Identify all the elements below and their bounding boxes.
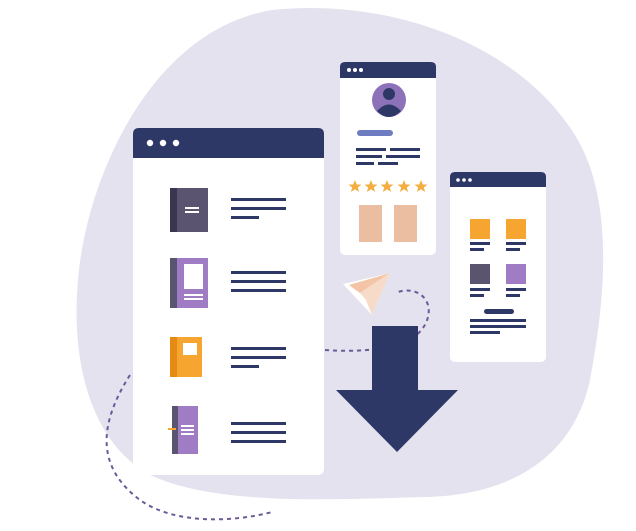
window-dot — [172, 139, 180, 147]
tile-line — [470, 242, 490, 245]
window-dot — [359, 68, 363, 72]
tile-orange — [506, 219, 526, 239]
tile-purple — [506, 264, 526, 284]
grid-button — [484, 309, 514, 314]
illustration-svg — [76, 7, 604, 521]
tile-line — [506, 294, 520, 297]
main-window — [133, 128, 324, 475]
orange-notebook-icon — [170, 337, 202, 377]
grid-window — [450, 172, 546, 362]
window-dot — [347, 68, 351, 72]
window-dot — [159, 139, 167, 147]
purple-book-icon — [170, 258, 208, 308]
peach-card — [359, 205, 382, 242]
tile-line — [470, 294, 484, 297]
purple-notebook-icon — [168, 406, 198, 454]
user-avatar-icon — [372, 83, 406, 117]
tile-line — [506, 288, 526, 291]
window-dot — [468, 178, 472, 182]
tile-line — [470, 288, 490, 291]
window-dot — [456, 178, 460, 182]
tile-orange — [470, 219, 490, 239]
peach-card — [394, 205, 417, 242]
name-bar — [357, 130, 393, 136]
tile-line — [470, 248, 484, 251]
profile-window — [340, 62, 436, 255]
tile-line — [506, 242, 526, 245]
gray-book-icon — [170, 188, 208, 232]
window-dot — [353, 68, 357, 72]
window-dot — [462, 178, 466, 182]
window-dot — [146, 139, 154, 147]
tile-line — [506, 248, 520, 251]
tile-gray — [470, 264, 490, 284]
illustration-stage — [0, 0, 636, 531]
